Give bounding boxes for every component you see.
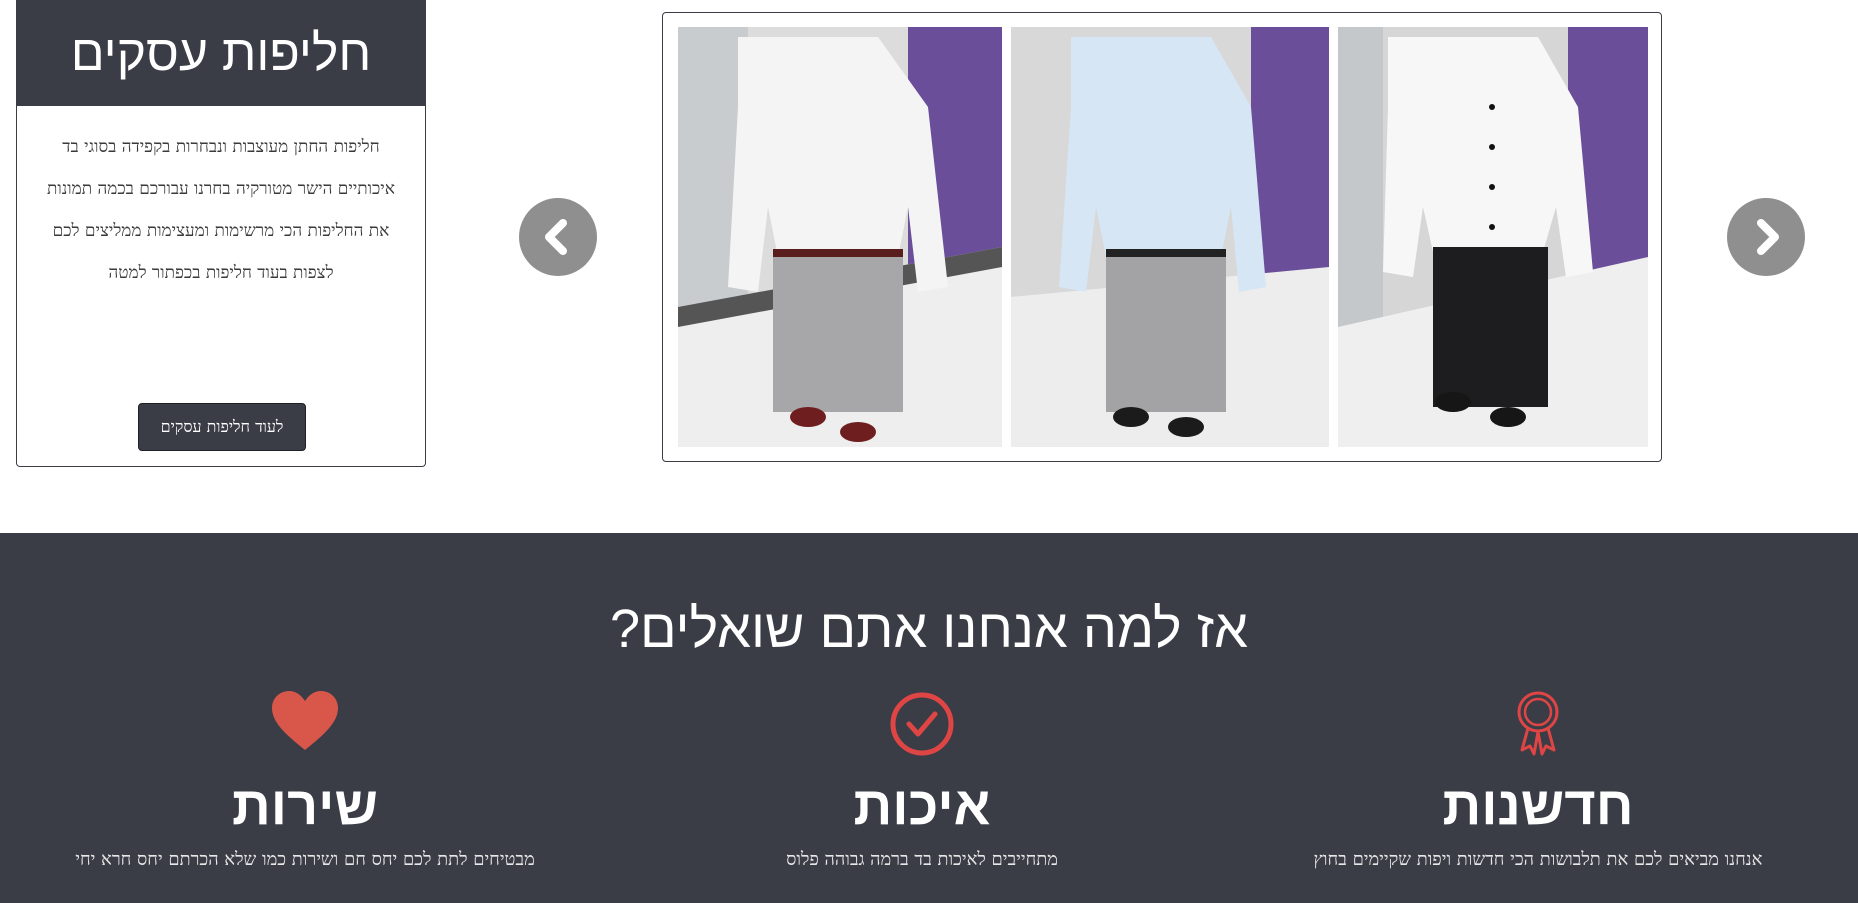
card-description-line: איכותיים הישר מטורקיה בחרנו עבורכם בכמה … xyxy=(47,179,395,199)
business-suits-card: חליפות עסקים חליפות החתן מעוצבות ונבחרות… xyxy=(16,0,426,467)
suits-carousel xyxy=(662,12,1662,462)
card-description: חליפות החתן מעוצבות ונבחרות בקפידה בסוגי… xyxy=(17,106,425,294)
suit-photo xyxy=(678,27,1002,447)
feature-description: מבטיחים לתת לכם יחס חם ושירות כמו שלא הכ… xyxy=(75,849,535,870)
feature-title: שירות xyxy=(232,776,378,836)
chevron-right-icon xyxy=(1757,219,1779,255)
feature-title: חדשנות xyxy=(1442,776,1634,836)
card-title: חליפות עסקים xyxy=(17,0,425,106)
carousel-next-button[interactable] xyxy=(1727,198,1805,276)
feature-description: אנחנו מביאים לכם את תלבושות הכי חדשות וי… xyxy=(1313,849,1763,870)
suit-photo-image xyxy=(1011,27,1329,447)
feature-title: איכות xyxy=(853,776,991,836)
feature-description: מתחייבים לאיכות בד ברמה גבוהה פלוס xyxy=(786,849,1058,870)
why-us-section: אז למה אנחנו אתם שואלים? שירות מבטיחים ל… xyxy=(0,533,1858,903)
carousel-prev-button[interactable] xyxy=(519,198,597,276)
card-description-line: חליפות החתן מעוצבות ונבחרות בקפידה בסוגי… xyxy=(62,137,380,157)
chevron-left-icon xyxy=(545,219,567,255)
suit-photo xyxy=(1338,27,1648,447)
why-us-title: אז למה אנחנו אתם שואלים? xyxy=(609,599,1249,659)
suit-photo xyxy=(1011,27,1329,447)
more-business-suits-button[interactable]: לעוד חליפות עסקים xyxy=(138,403,306,451)
card-description-line: לצפות בעוד חליפות בכפתור למטה xyxy=(108,263,334,283)
heart-icon xyxy=(272,691,338,750)
check-circle-icon xyxy=(890,692,954,756)
card-description-line: את החליפות הכי מרשימות ומעצימות ממליצים … xyxy=(52,221,390,241)
suit-photo-image xyxy=(678,27,1002,447)
suit-photo-image xyxy=(1338,27,1648,447)
award-icon xyxy=(1517,691,1559,756)
